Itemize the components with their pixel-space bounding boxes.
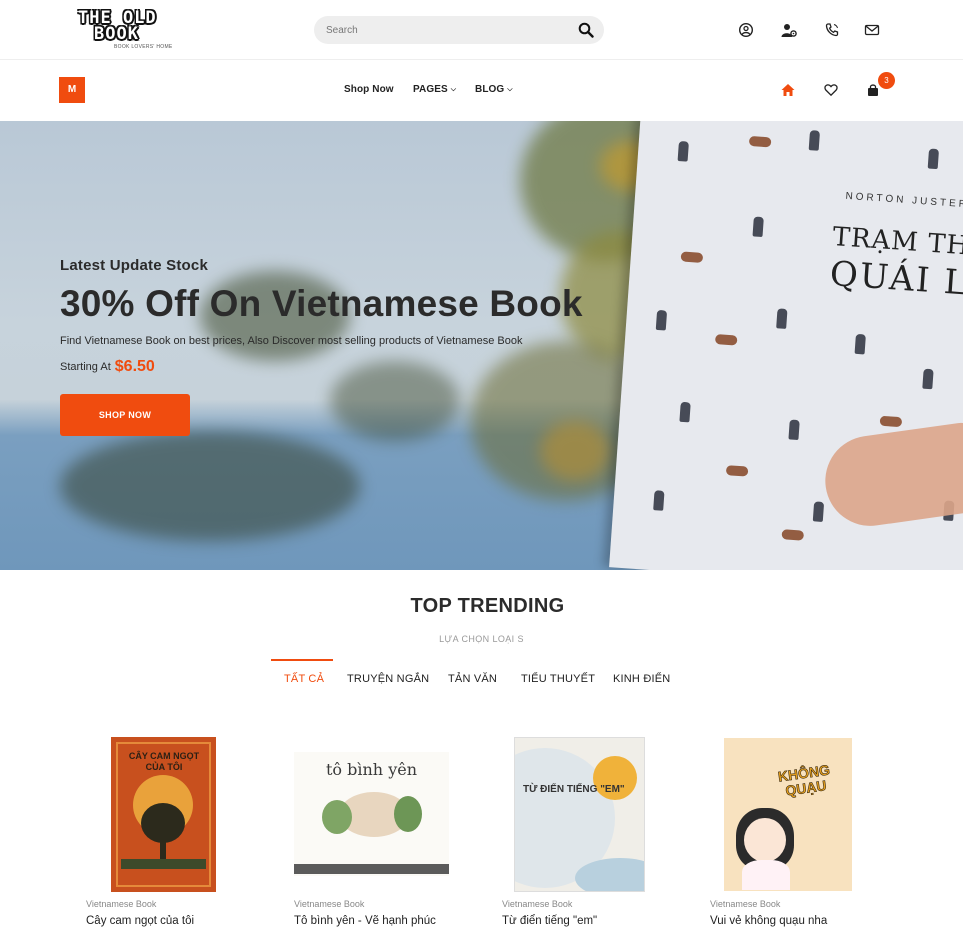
book-illustration xyxy=(854,333,866,355)
hero-price: $6.50 xyxy=(114,358,155,375)
shop-now-button[interactable]: SHOP NOW xyxy=(60,394,190,436)
cover-title: KHÔNG QUẠU xyxy=(776,761,831,799)
nav-link-shop-now[interactable]: Shop Now xyxy=(344,84,394,95)
book-illustration xyxy=(752,216,764,238)
book-illustration xyxy=(781,529,805,541)
search-input[interactable] xyxy=(326,21,566,39)
product-category: Vietnamese Book xyxy=(86,899,157,909)
heart-icon[interactable] xyxy=(824,83,838,97)
hero-subtitle: Latest Update Stock xyxy=(60,257,208,274)
book-title-line2: QUÁI LẠ xyxy=(828,253,963,306)
section-subtitle: LỰA CHỌN LOẠI S xyxy=(439,634,524,644)
cover-title: tô bình yên xyxy=(325,760,417,779)
cover-girl-face xyxy=(744,818,786,862)
cover-plants-illustration xyxy=(322,800,352,834)
book-illustration xyxy=(879,415,903,428)
book-illustration xyxy=(748,135,772,148)
logo-line2: BOOK xyxy=(94,24,139,44)
hero-description: Find Vietnamese Book on best prices, Als… xyxy=(60,335,523,347)
user-circle-icon[interactable] xyxy=(738,22,754,38)
phone-icon[interactable] xyxy=(824,22,840,38)
user-gear-icon[interactable] xyxy=(781,22,797,38)
foliage-decoration xyxy=(540,421,610,481)
site-logo[interactable]: THE OLD BOOK BOOK LOVERS' HOME xyxy=(78,10,174,52)
book-illustration xyxy=(714,334,738,346)
tab-classics[interactable]: KINH ĐIỂN xyxy=(613,673,670,685)
product-title[interactable]: Từ điển tiếng "em" xyxy=(502,915,597,927)
book-illustration xyxy=(653,490,665,511)
book-illustration xyxy=(677,141,689,162)
product-cover-image[interactable]: TỪ ĐIỂN TIẾNG "EM" xyxy=(514,737,645,892)
cart-count-badge: 3 xyxy=(878,72,895,89)
starting-at-label: Starting At xyxy=(60,361,111,373)
chevron-down-icon: ⌵ xyxy=(507,86,513,93)
logo-tagline: BOOK LOVERS' HOME xyxy=(114,44,173,50)
book-illustration xyxy=(679,401,691,423)
foliage-decoration xyxy=(330,361,460,441)
tab-essays[interactable]: TẢN VĂN xyxy=(448,673,497,685)
tab-novels[interactable]: TIỂU THUYẾT xyxy=(521,673,595,685)
book-illustration xyxy=(725,465,749,477)
cover-girl-body xyxy=(742,860,790,890)
search-icon[interactable] xyxy=(578,22,594,38)
book-illustration xyxy=(812,501,825,522)
nav-link-pages-label: PAGES xyxy=(413,84,448,95)
home-icon[interactable] xyxy=(781,83,795,97)
hero-title: 30% Off On Vietnamese Book xyxy=(60,283,583,324)
book-illustration xyxy=(808,130,821,151)
shopping-bag-icon[interactable] xyxy=(866,83,880,97)
tab-all[interactable]: TẤT CẢ xyxy=(284,673,324,685)
product-cover-image[interactable]: CÂY CAM NGỌT CỦA TÔI xyxy=(111,737,216,892)
cover-title: TỪ ĐIỂN TIẾNG "EM" xyxy=(523,784,625,795)
section-title: TOP TRENDING xyxy=(410,595,565,617)
product-category: Vietnamese Book xyxy=(710,899,781,909)
book-illustration xyxy=(788,419,800,441)
product-category: Vietnamese Book xyxy=(294,899,365,909)
nav-link-blog[interactable]: BLOG ⌵ xyxy=(475,84,513,95)
search-bar xyxy=(314,16,604,44)
chevron-down-icon: ⌵ xyxy=(450,86,457,93)
product-category: Vietnamese Book xyxy=(502,899,573,909)
book-illustration xyxy=(922,368,934,390)
book-illustration xyxy=(680,251,704,263)
main-navigation: M Shop Now PAGES ⌵ BLOG ⌵ xyxy=(0,60,963,121)
top-header: THE OLD BOOK BOOK LOVERS' HOME xyxy=(0,0,963,60)
hero-starting-price: Starting At $6.50 xyxy=(60,358,155,376)
book-illustration xyxy=(655,309,668,331)
envelope-icon[interactable] xyxy=(864,22,880,38)
product-cover-image[interactable]: tô bình yên xyxy=(294,752,449,876)
menu-toggle-button[interactable]: M xyxy=(59,77,85,103)
nav-link-pages[interactable]: PAGES ⌵ xyxy=(413,84,456,95)
product-title[interactable]: Cây cam ngọt của tôi xyxy=(86,915,194,927)
product-title[interactable]: Tô bình yên - Vẽ hạnh phúc xyxy=(294,915,436,927)
product-title[interactable]: Vui vẻ không quạu nha xyxy=(710,915,827,927)
book-author-text: NORTON JUSTER xyxy=(845,190,963,211)
product-cover-image[interactable]: KHÔNG QUẠU xyxy=(724,738,852,891)
cover-ground xyxy=(121,859,206,869)
foliage-decoration xyxy=(60,431,360,541)
tab-short-stories[interactable]: TRUYỆN NGẮN xyxy=(347,673,429,685)
nav-link-blog-label: BLOG xyxy=(475,84,505,95)
cover-title: CÂY CAM NGỌT CỦA TÔI xyxy=(128,751,200,772)
book-illustration xyxy=(776,308,788,329)
cover-footer-bar xyxy=(294,864,449,874)
active-tab-indicator xyxy=(271,659,333,661)
cover-plants-illustration xyxy=(394,796,422,832)
book-illustration xyxy=(927,148,940,170)
cover-trunk xyxy=(160,837,166,861)
